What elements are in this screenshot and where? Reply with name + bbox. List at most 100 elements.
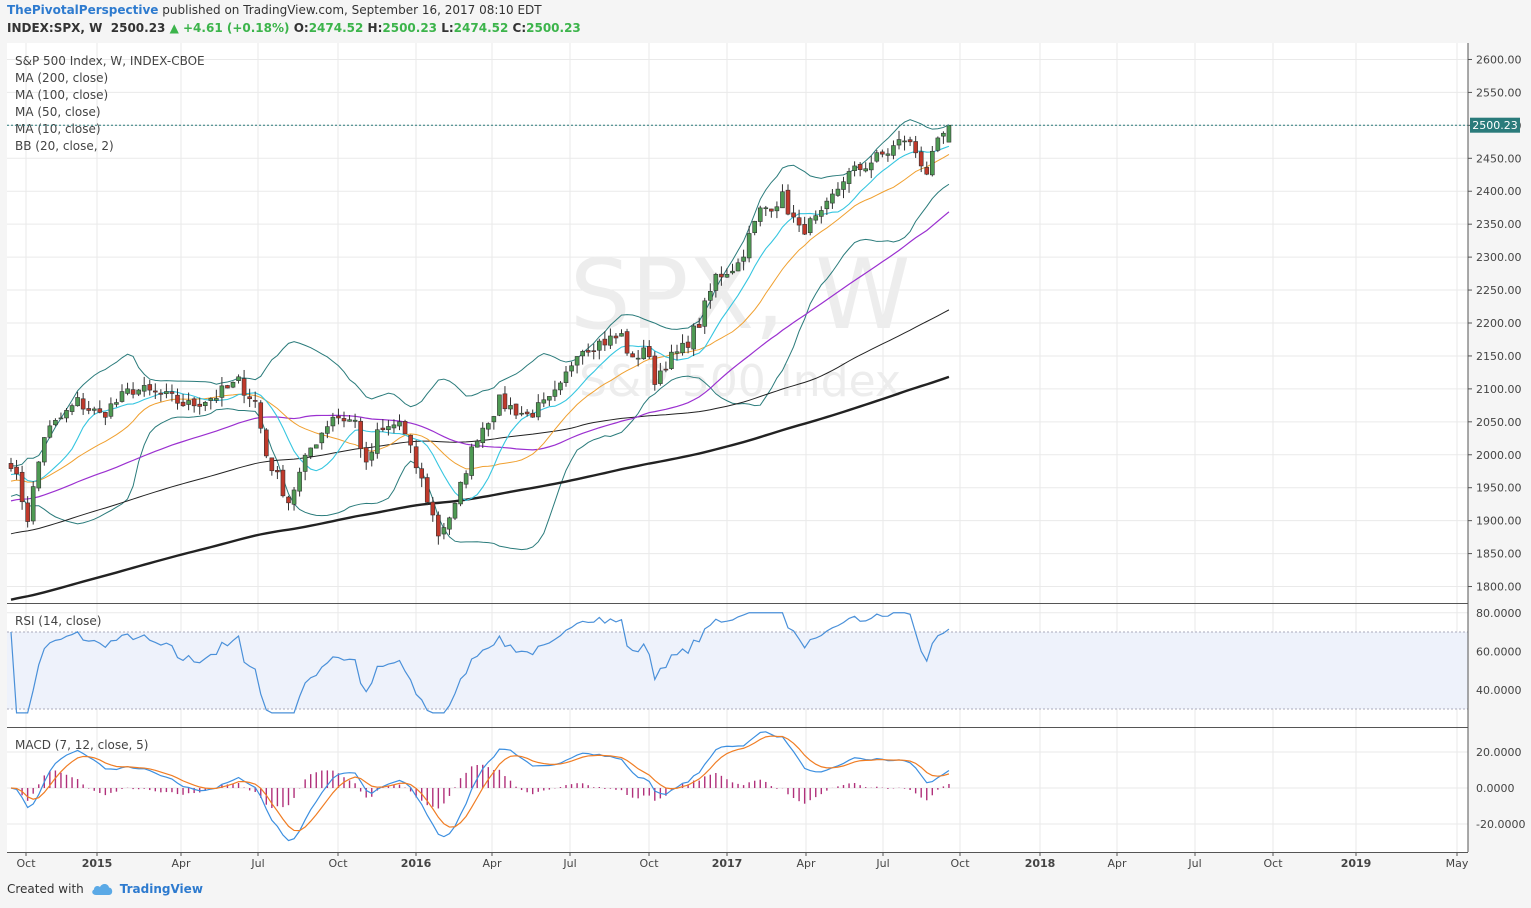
rsi-tick-label: 60.0000 xyxy=(1476,645,1522,658)
candle-body xyxy=(569,365,574,372)
candle-body xyxy=(108,403,114,417)
candle-body xyxy=(719,273,724,278)
candle-body xyxy=(846,171,852,184)
candle-body xyxy=(419,468,425,479)
candle-body xyxy=(402,421,408,435)
candle-body xyxy=(114,402,119,405)
author-link[interactable]: ThePivotalPerspective xyxy=(7,3,158,17)
candle-body xyxy=(41,437,47,463)
candle-body xyxy=(707,291,713,301)
time-tick-label: Apr xyxy=(1107,857,1127,870)
candle-body xyxy=(713,273,719,291)
candle-body xyxy=(197,403,202,407)
candle-body xyxy=(208,398,214,401)
candle-body xyxy=(325,426,330,434)
candle-body xyxy=(519,412,524,415)
candle-body xyxy=(241,378,247,396)
candle-body xyxy=(913,141,918,154)
candle-body xyxy=(236,376,241,381)
candle-body xyxy=(619,333,624,337)
candle-body xyxy=(791,212,796,218)
candle-body xyxy=(147,384,153,391)
candle-body xyxy=(302,454,308,472)
candle-body xyxy=(136,389,141,395)
candle-body xyxy=(36,461,42,489)
candle-body xyxy=(891,145,896,156)
price-tick-label: 2450.00 xyxy=(1476,152,1522,165)
publish-info: published on TradingView.com, September … xyxy=(162,3,542,17)
candle-body xyxy=(929,150,935,176)
candle-body xyxy=(613,335,619,339)
time-tick-label: Oct xyxy=(328,857,348,870)
candle-body xyxy=(64,410,69,419)
candle-body xyxy=(624,331,630,354)
time-tick-label: Oct xyxy=(1263,857,1283,870)
candle-body xyxy=(630,353,635,358)
candle-body xyxy=(330,416,336,427)
candle-body xyxy=(524,411,530,415)
candle-body xyxy=(75,397,80,407)
rsi-tick-label: 80.0000 xyxy=(1476,607,1522,620)
time-tick-label: Oct xyxy=(639,857,659,870)
candle-body xyxy=(874,152,880,162)
footer-brand[interactable]: TradingView xyxy=(120,882,203,896)
candle-body xyxy=(130,389,136,395)
candle-body xyxy=(280,469,286,497)
candle-body xyxy=(818,210,824,217)
candle-body xyxy=(880,151,885,155)
price-tick-label: 1950.00 xyxy=(1476,482,1522,495)
time-tick-label: Oct xyxy=(950,857,970,870)
price-tick-label: 1850.00 xyxy=(1476,548,1522,561)
candle-body xyxy=(263,429,269,457)
candle-body xyxy=(946,124,952,143)
legend-rsi: RSI (14, close) xyxy=(15,614,101,628)
candle-body xyxy=(291,489,297,505)
candle-body xyxy=(918,151,924,167)
change-value: ▲ +4.61 (+0.18%) xyxy=(169,21,290,35)
price-tick-label: 2100.00 xyxy=(1476,383,1522,396)
candle-body xyxy=(646,346,652,358)
candle-body xyxy=(774,206,780,212)
candle-body xyxy=(680,342,685,354)
footer-created: Created with xyxy=(7,882,84,896)
candle-body xyxy=(219,385,225,398)
candle-body xyxy=(19,471,25,503)
candle-body xyxy=(769,208,774,212)
candle-body xyxy=(696,324,702,328)
candle-body xyxy=(153,390,158,393)
candle-body xyxy=(746,233,752,259)
candle-body xyxy=(530,412,536,418)
high-label: H: xyxy=(367,21,383,35)
time-tick-label: Apr xyxy=(482,857,502,870)
candle-body xyxy=(924,167,930,175)
open-value: 2474.52 xyxy=(308,21,364,35)
candle-body xyxy=(386,426,391,431)
last-value: 2500.23 xyxy=(110,21,166,35)
candle-body xyxy=(497,394,502,416)
legend-ma200: MA (200, close) xyxy=(15,71,108,85)
open-label: O: xyxy=(293,21,309,35)
tradingview-cloud-icon xyxy=(92,884,112,895)
candle-body xyxy=(447,517,452,530)
candle-body xyxy=(802,224,807,235)
chart-canvas[interactable]: SPX, W S&P 500 Index 1800.001850.001900.… xyxy=(0,0,1531,908)
candle-body xyxy=(852,165,857,172)
candle-body xyxy=(341,418,347,422)
candle-body xyxy=(86,408,91,411)
candle-body xyxy=(103,412,108,418)
candle-body xyxy=(319,432,325,444)
symbol-name: INDEX:SPX, W xyxy=(7,21,103,35)
candle-body xyxy=(813,215,819,221)
candle-body xyxy=(785,189,791,215)
time-tick-label: Apr xyxy=(171,857,191,870)
price-tick-label: 2050.00 xyxy=(1476,416,1522,429)
time-tick-label: Apr xyxy=(796,857,816,870)
candle-body xyxy=(53,420,58,426)
price-tick-label: 2550.00 xyxy=(1476,86,1522,99)
candle-body xyxy=(313,444,319,449)
candle-body xyxy=(602,338,608,346)
time-tick-label: 2018 xyxy=(1025,857,1056,870)
price-tick-label: 2150.00 xyxy=(1476,350,1522,363)
candle-body xyxy=(491,416,497,423)
candle-body xyxy=(735,262,741,272)
